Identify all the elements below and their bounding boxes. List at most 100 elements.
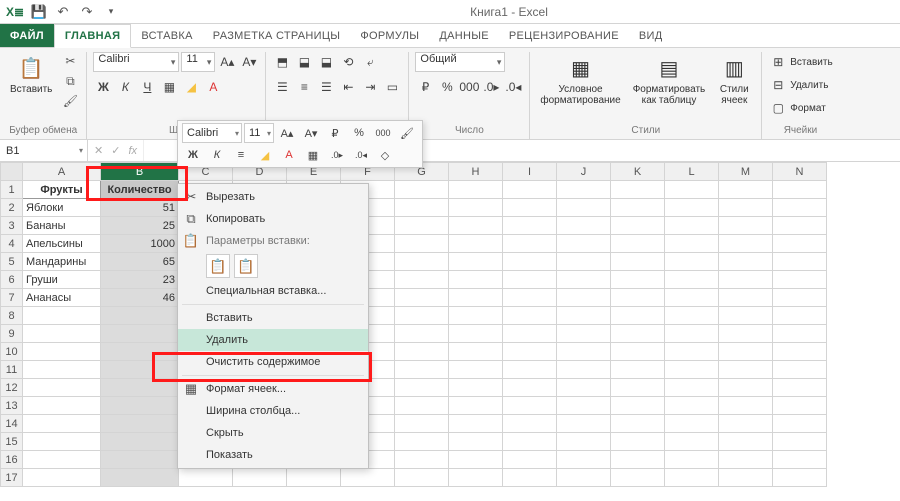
cell-B15[interactable] [101, 433, 179, 451]
cell-A3[interactable]: Бананы [23, 217, 101, 235]
cell-J10[interactable] [557, 343, 611, 361]
cell-K17[interactable] [611, 469, 665, 487]
cell-M3[interactable] [719, 217, 773, 235]
select-all-corner[interactable] [1, 163, 23, 181]
mini-increase-font-icon[interactable]: A▴ [276, 123, 298, 143]
cell-J6[interactable] [557, 271, 611, 289]
cell-H6[interactable] [449, 271, 503, 289]
cell-J12[interactable] [557, 379, 611, 397]
cell-N2[interactable] [773, 199, 827, 217]
cell-A9[interactable] [23, 325, 101, 343]
mini-format-painter-icon[interactable]: 🖌 [396, 123, 418, 143]
cell-M15[interactable] [719, 433, 773, 451]
cell-N16[interactable] [773, 451, 827, 469]
cell-K13[interactable] [611, 397, 665, 415]
ctx-cut[interactable]: ✂Вырезать [178, 186, 368, 208]
tab-formulas[interactable]: ФОРМУЛЫ [350, 24, 429, 47]
cell-I10[interactable] [503, 343, 557, 361]
cell-A13[interactable] [23, 397, 101, 415]
cell-D17[interactable] [233, 469, 287, 487]
cell-B9[interactable] [101, 325, 179, 343]
delete-cells-button[interactable]: Удалить [790, 80, 828, 91]
cell-M11[interactable] [719, 361, 773, 379]
row-header-7[interactable]: 7 [1, 289, 23, 307]
cell-A7[interactable]: Ананасы [23, 289, 101, 307]
mini-align-icon[interactable]: ≡ [230, 145, 252, 165]
cell-N17[interactable] [773, 469, 827, 487]
ctx-copy[interactable]: ⧉Копировать [178, 208, 368, 230]
cell-M12[interactable] [719, 379, 773, 397]
row-header-4[interactable]: 4 [1, 235, 23, 253]
cell-B12[interactable] [101, 379, 179, 397]
row-header-5[interactable]: 5 [1, 253, 23, 271]
cell-L15[interactable] [665, 433, 719, 451]
cell-I4[interactable] [503, 235, 557, 253]
row-header-6[interactable]: 6 [1, 271, 23, 289]
copy-icon[interactable]: ⧉ [60, 72, 80, 90]
cell-M2[interactable] [719, 199, 773, 217]
cell-L16[interactable] [665, 451, 719, 469]
cell-N11[interactable] [773, 361, 827, 379]
cell-A1[interactable]: Фрукты [23, 181, 101, 199]
row-header-14[interactable]: 14 [1, 415, 23, 433]
cell-K3[interactable] [611, 217, 665, 235]
cell-E17[interactable] [287, 469, 341, 487]
row-header-12[interactable]: 12 [1, 379, 23, 397]
align-top-icon[interactable]: ⬒ [272, 52, 292, 72]
merge-cells-icon[interactable]: ▭ [382, 77, 402, 97]
cell-L12[interactable] [665, 379, 719, 397]
row-header-16[interactable]: 16 [1, 451, 23, 469]
mini-font-size[interactable]: 11▾ [244, 123, 274, 143]
cell-B1[interactable]: Количество [101, 181, 179, 199]
align-center-icon[interactable]: ≡ [294, 77, 314, 97]
cell-I8[interactable] [503, 307, 557, 325]
cell-H9[interactable] [449, 325, 503, 343]
cell-A14[interactable] [23, 415, 101, 433]
cell-B8[interactable] [101, 307, 179, 325]
cell-M17[interactable] [719, 469, 773, 487]
cell-G1[interactable] [395, 181, 449, 199]
mini-font-color-icon[interactable]: A [278, 145, 300, 165]
cell-G5[interactable] [395, 253, 449, 271]
cell-K10[interactable] [611, 343, 665, 361]
cell-C17[interactable] [179, 469, 233, 487]
cell-N4[interactable] [773, 235, 827, 253]
cell-K15[interactable] [611, 433, 665, 451]
cell-F17[interactable] [341, 469, 395, 487]
delete-cells-icon[interactable]: ⊟ [768, 75, 788, 95]
cell-J1[interactable] [557, 181, 611, 199]
cell-A6[interactable]: Груши [23, 271, 101, 289]
cell-G9[interactable] [395, 325, 449, 343]
cell-H10[interactable] [449, 343, 503, 361]
cell-G17[interactable] [395, 469, 449, 487]
tab-file[interactable]: ФАЙЛ [0, 24, 54, 47]
cell-K6[interactable] [611, 271, 665, 289]
mini-bold[interactable]: Ж [182, 145, 204, 165]
mini-border-icon[interactable]: ▦ [302, 145, 324, 165]
font-name-select[interactable]: Calibri▾ [93, 52, 179, 72]
increase-font-icon[interactable]: A▴ [217, 52, 237, 72]
cell-J8[interactable] [557, 307, 611, 325]
fx-icon[interactable]: fx [128, 145, 137, 157]
cell-G7[interactable] [395, 289, 449, 307]
cell-K4[interactable] [611, 235, 665, 253]
cell-H15[interactable] [449, 433, 503, 451]
cell-K14[interactable] [611, 415, 665, 433]
cell-A16[interactable] [23, 451, 101, 469]
cell-H1[interactable] [449, 181, 503, 199]
insert-cells-icon[interactable]: ⊞ [768, 52, 788, 72]
cell-K9[interactable] [611, 325, 665, 343]
cell-J2[interactable] [557, 199, 611, 217]
cell-L3[interactable] [665, 217, 719, 235]
wrap-text-icon[interactable]: ⤶ [360, 52, 380, 72]
save-icon[interactable]: 💾 [28, 2, 50, 22]
ctx-delete[interactable]: Удалить [178, 329, 368, 351]
cell-N3[interactable] [773, 217, 827, 235]
cell-G16[interactable] [395, 451, 449, 469]
cell-K8[interactable] [611, 307, 665, 325]
cell-B2[interactable]: 51 [101, 199, 179, 217]
cell-A17[interactable] [23, 469, 101, 487]
cell-L4[interactable] [665, 235, 719, 253]
cell-G10[interactable] [395, 343, 449, 361]
ctx-paste-special[interactable]: Специальная вставка... [178, 280, 368, 302]
